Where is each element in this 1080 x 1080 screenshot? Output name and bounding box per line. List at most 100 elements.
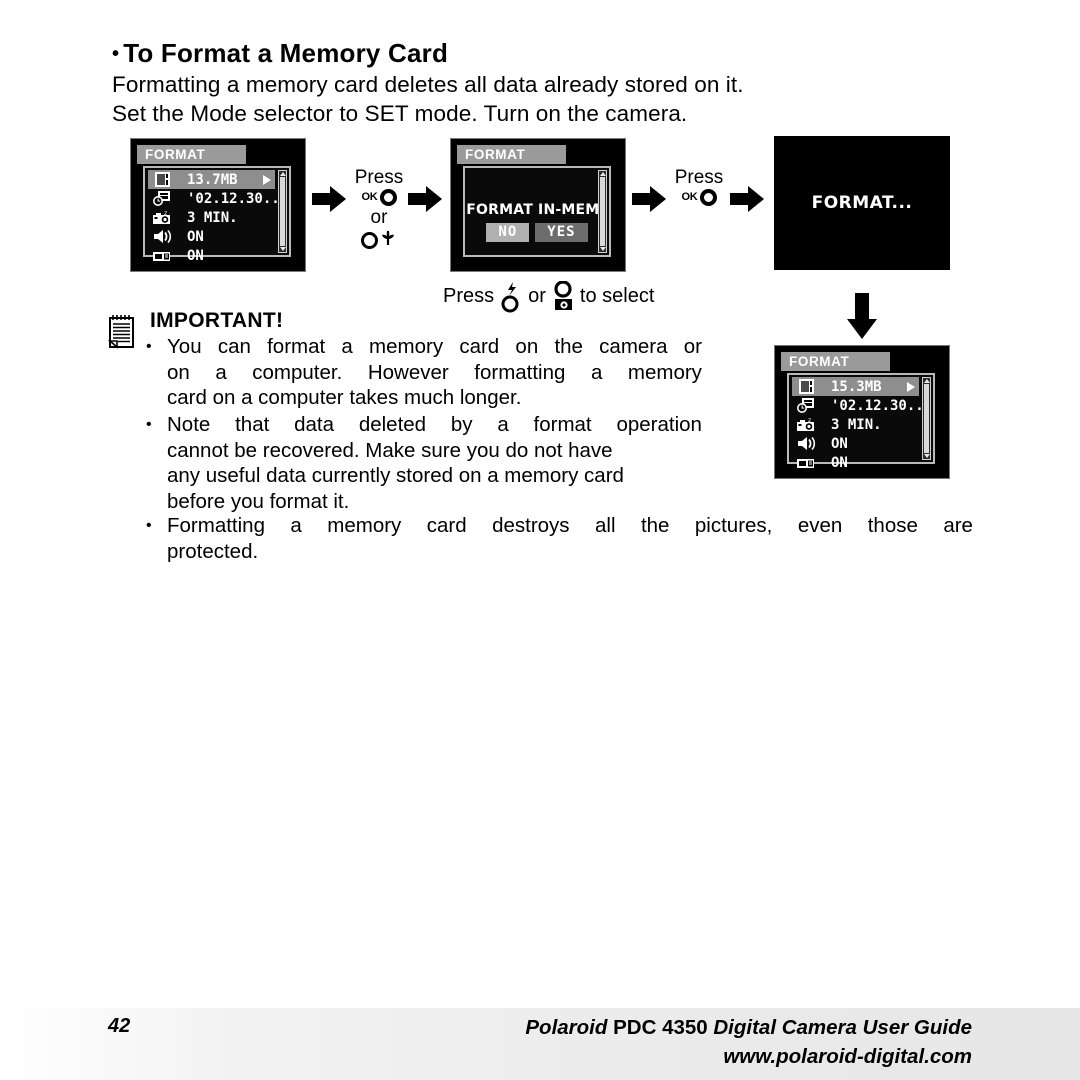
- arrow-shaft: [730, 193, 749, 205]
- ok-button-icon: [379, 188, 397, 206]
- scrollbar[interactable]: [922, 377, 931, 460]
- arrow-head: [650, 186, 666, 212]
- footer-url: www.polaroid-digital.com: [723, 1045, 972, 1068]
- display-button-icon: [552, 280, 574, 311]
- text-line: cannot be recovered. Make sure you do no…: [167, 438, 613, 462]
- table-row[interactable]: 15.3MB: [792, 377, 919, 396]
- table-row[interactable]: ON: [792, 434, 919, 453]
- confirm-question: FORMAT IN-MEM?: [466, 202, 608, 218]
- select-hint: Press or to select: [443, 280, 655, 313]
- arrow-head: [748, 186, 764, 212]
- word: can: [217, 335, 251, 358]
- text-line: Note that data deleted by a format opera…: [167, 412, 702, 438]
- word: on: [167, 360, 190, 384]
- important-title: IMPORTANT!: [150, 309, 284, 332]
- table-row[interactable]: z 3 MIN.: [792, 415, 919, 434]
- select-hint-tail: to select: [579, 284, 655, 307]
- intro-line-2: Set the Mode selector to SET mode. Turn …: [112, 101, 688, 126]
- scroll-down-arrow-icon[interactable]: [600, 247, 606, 251]
- chevron-right-icon: [907, 381, 915, 392]
- table-row[interactable]: '02.12.30...: [792, 396, 932, 415]
- text-line: any useful data currently stored on a me…: [167, 464, 624, 487]
- lcd-screen-menu-before: FORMAT 13.7MB '02.12.30... z 3 MIN. ON O…: [130, 138, 306, 272]
- scroll-up-arrow-icon[interactable]: [600, 172, 606, 176]
- text-line: protected.: [167, 539, 259, 563]
- text-line: on a computer. However formatting a memo…: [167, 360, 702, 386]
- page-title-text: To Format a Memory Card: [123, 38, 449, 68]
- press-word-2: Press: [674, 167, 724, 188]
- menu-label: 3 MIN.: [187, 209, 238, 226]
- table-row[interactable]: ON: [792, 453, 919, 472]
- table-row[interactable]: z 3 MIN.: [148, 208, 275, 227]
- bullet-text: Note that data deleted by a format opera…: [167, 412, 702, 514]
- menu-label: ON: [831, 435, 848, 452]
- lcd-body-before: 13.7MB '02.12.30... z 3 MIN. ON ON: [143, 166, 291, 264]
- footer-brand: Polaroid: [525, 1016, 608, 1039]
- table-row[interactable]: ON: [148, 227, 275, 246]
- scroll-up-arrow-icon[interactable]: [924, 379, 930, 383]
- word: all: [595, 514, 616, 537]
- scroll-up-arrow-icon[interactable]: [280, 172, 286, 176]
- word: camera: [599, 335, 668, 358]
- text-line: card on a computer takes much longer.: [167, 386, 522, 409]
- press-ok-or-macro-label: Press OK or: [348, 168, 410, 252]
- word: format: [267, 335, 326, 358]
- word: the: [554, 335, 583, 358]
- table-row[interactable]: 13.7MB: [148, 170, 275, 189]
- no-button[interactable]: NO: [486, 223, 530, 242]
- word: formatting: [474, 360, 566, 384]
- confirm-button-group: NO YES: [465, 223, 609, 242]
- word: card: [459, 335, 500, 358]
- lcd-title-confirm: FORMAT: [457, 145, 566, 164]
- menu-label: 15.3MB: [831, 378, 882, 395]
- word: You: [167, 335, 202, 358]
- scrollbar-thumb[interactable]: [924, 384, 929, 453]
- bullet-marker: •: [146, 416, 152, 433]
- press-word-3: Press: [443, 284, 495, 307]
- flash-button-icon: [500, 281, 522, 313]
- lcd-screen-confirm: FORMAT FORMAT IN-MEM? NO YES: [450, 138, 626, 272]
- important-bullet-2: • Note that data deleted by a format ope…: [146, 412, 702, 514]
- text-line: before you format it.: [167, 489, 350, 513]
- menu-label: 13.7MB: [187, 171, 238, 188]
- bullet-text: You can format a memory card on the came…: [167, 334, 702, 411]
- ok-button-icon: [699, 188, 717, 206]
- word: or: [683, 335, 702, 358]
- table-row[interactable]: ON: [148, 246, 275, 265]
- memory-card-icon: [795, 378, 821, 395]
- auto-off-camera-icon: z: [151, 209, 177, 226]
- footer-model: PDC 4350: [607, 1016, 714, 1039]
- lcd-inner-confirm: FORMAT FORMAT IN-MEM? NO YES: [457, 145, 617, 263]
- word: that: [235, 413, 270, 436]
- scrollbar[interactable]: [278, 170, 287, 253]
- arrow-head: [330, 186, 346, 212]
- scrollbar-thumb[interactable]: [600, 177, 605, 246]
- scrollbar-thumb[interactable]: [280, 177, 285, 246]
- busy-text: FORMAT...: [811, 193, 913, 213]
- page-number: 42: [108, 1015, 131, 1037]
- date-clock-icon: [795, 397, 821, 414]
- lcd-screen-menu-after: FORMAT 15.3MB '02.12.30... z 3 MIN. ON O…: [774, 345, 950, 479]
- date-clock-icon: [151, 190, 177, 207]
- word: operation: [616, 413, 702, 436]
- menu-label: ON: [187, 247, 204, 264]
- flow-arrow-down: [847, 293, 877, 339]
- scroll-down-arrow-icon[interactable]: [280, 247, 286, 251]
- word: a: [590, 360, 603, 384]
- word: memory: [627, 360, 702, 384]
- lcd-inner-before: FORMAT 13.7MB '02.12.30... z 3 MIN. ON O…: [137, 145, 297, 264]
- yes-button[interactable]: YES: [535, 223, 588, 242]
- scroll-down-arrow-icon[interactable]: [924, 454, 930, 458]
- ok-button-row-1: OK: [348, 188, 410, 206]
- lcd-screen-busy: FORMAT...: [774, 136, 950, 270]
- scrollbar[interactable]: [598, 170, 607, 253]
- word: those: [867, 514, 918, 537]
- lcd-display-icon: [795, 454, 821, 471]
- page-title-bullet: •: [112, 43, 120, 65]
- menu-label: 3 MIN.: [831, 416, 882, 433]
- table-row[interactable]: '02.12.30...: [148, 189, 288, 208]
- lcd-body-after: 15.3MB '02.12.30... z 3 MIN. ON ON: [787, 373, 935, 471]
- arrow-head: [426, 186, 442, 212]
- bullet-text: Formatting a memory card destroys all th…: [167, 513, 973, 564]
- macro-button-row: [348, 229, 410, 252]
